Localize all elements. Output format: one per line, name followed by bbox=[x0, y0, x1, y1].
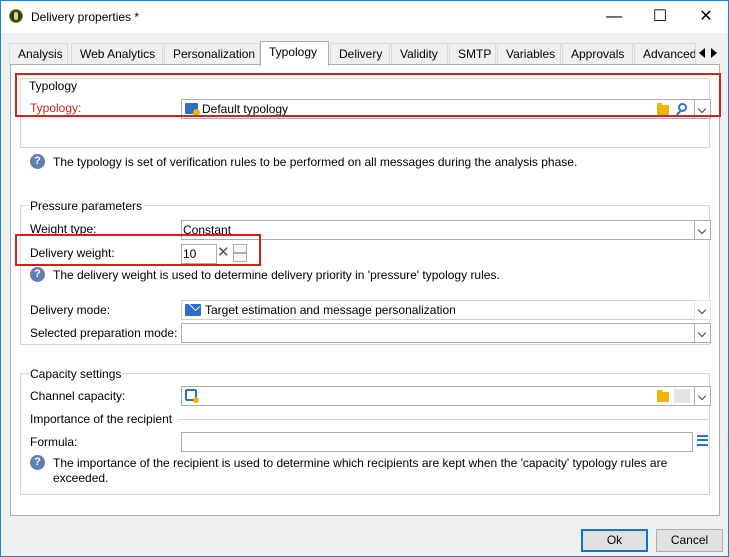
typology-field[interactable]: Default typology bbox=[181, 99, 711, 119]
tab-personalization[interactable]: Personalization bbox=[164, 43, 260, 64]
weight-help-text: The delivery weight is used to determine… bbox=[53, 268, 500, 282]
tab-strip: Analysis Web Analytics Personalization T… bbox=[9, 41, 721, 66]
tab-validity[interactable]: Validity bbox=[391, 43, 448, 64]
typology-tab-panel: Typology Typology: Default typology ? Th… bbox=[10, 64, 721, 516]
maximize-button[interactable]: ☐ bbox=[637, 1, 683, 32]
tab-smtp[interactable]: SMTP bbox=[449, 43, 496, 64]
typology-folder-user-icon bbox=[185, 103, 200, 116]
close-button[interactable]: ✕ bbox=[683, 1, 729, 32]
delivery-mode-value: Target estimation and message personaliz… bbox=[205, 303, 456, 317]
prep-mode-select[interactable] bbox=[181, 323, 711, 343]
delivery-weight-value: 10 bbox=[183, 247, 197, 261]
app-icon bbox=[9, 9, 23, 23]
delivery-mode-envelope-icon bbox=[185, 304, 201, 316]
typology-help-text: The typology is set of verification rule… bbox=[53, 155, 578, 169]
formula-input[interactable] bbox=[181, 432, 693, 452]
tab-approvals[interactable]: Approvals bbox=[562, 43, 633, 64]
delivery-properties-window: Delivery properties * — ☐ ✕ Analysis Web… bbox=[0, 0, 729, 557]
cancel-button[interactable]: Cancel bbox=[656, 529, 723, 552]
importance-help-icon: ? bbox=[30, 455, 45, 470]
dialog-client-area: Analysis Web Analytics Personalization T… bbox=[1, 33, 728, 556]
weight-type-label: Weight type: bbox=[30, 222, 97, 236]
prep-mode-label: Selected preparation mode: bbox=[30, 326, 178, 340]
minimize-button[interactable]: — bbox=[591, 1, 637, 32]
tab-scroll-right-icon[interactable] bbox=[711, 48, 717, 58]
tab-scroll-left-icon[interactable] bbox=[699, 48, 705, 58]
tab-variables[interactable]: Variables bbox=[497, 43, 561, 64]
tab-analysis[interactable]: Analysis bbox=[9, 43, 68, 64]
channel-capacity-field[interactable] bbox=[181, 386, 711, 406]
tab-typology[interactable]: Typology bbox=[260, 41, 329, 66]
typology-value: Default typology bbox=[202, 102, 289, 116]
channel-capacity-folder-icon[interactable] bbox=[657, 390, 669, 402]
formula-editor-icon[interactable] bbox=[697, 435, 708, 446]
window-title: Delivery properties * bbox=[31, 10, 140, 24]
importance-help-text-line1: The importance of the recipient is used … bbox=[53, 456, 668, 470]
typology-group-title: Typology bbox=[29, 79, 78, 93]
tab-advanced[interactable]: Advanced bbox=[634, 43, 696, 64]
delivery-weight-input[interactable]: 10 bbox=[181, 244, 217, 264]
channel-capacity-dropdown-icon[interactable] bbox=[694, 386, 711, 406]
weight-spin-down-button[interactable] bbox=[233, 253, 247, 262]
search-icon[interactable] bbox=[676, 103, 687, 116]
importance-separator bbox=[178, 419, 710, 420]
clear-weight-icon[interactable]: ✕ bbox=[217, 244, 230, 262]
ok-button[interactable]: Ok bbox=[581, 529, 648, 552]
weight-spin-up-button[interactable] bbox=[233, 244, 247, 253]
weight-type-dropdown-icon[interactable] bbox=[694, 220, 711, 240]
weight-help-icon: ? bbox=[30, 267, 45, 282]
channel-capacity-edit-icon[interactable] bbox=[674, 389, 690, 403]
weight-type-value: Constant bbox=[183, 223, 232, 237]
channel-capacity-calendar-icon bbox=[185, 389, 199, 403]
importance-help-text-line2: exceeded. bbox=[53, 471, 109, 485]
formula-label: Formula: bbox=[30, 435, 78, 449]
delivery-weight-label: Delivery weight: bbox=[30, 246, 115, 260]
typology-label: Typology: bbox=[30, 101, 82, 115]
title-bar[interactable]: Delivery properties * — ☐ ✕ bbox=[1, 1, 728, 33]
select-folder-icon[interactable] bbox=[657, 103, 669, 115]
capacity-group-title: Capacity settings bbox=[29, 367, 123, 381]
channel-capacity-label: Channel capacity: bbox=[30, 389, 126, 403]
tab-delivery[interactable]: Delivery bbox=[330, 43, 390, 64]
delivery-mode-label: Delivery mode: bbox=[30, 303, 111, 317]
typology-dropdown-icon[interactable] bbox=[694, 99, 711, 119]
delivery-mode-select[interactable]: Target estimation and message personaliz… bbox=[181, 300, 711, 320]
weight-type-select[interactable]: Constant bbox=[181, 220, 711, 240]
typology-help-icon: ? bbox=[30, 154, 45, 169]
tab-web-analytics[interactable]: Web Analytics bbox=[71, 43, 163, 64]
importance-title: Importance of the recipient bbox=[30, 412, 173, 426]
pressure-group-title: Pressure parameters bbox=[29, 199, 144, 213]
delivery-mode-dropdown-icon[interactable] bbox=[694, 300, 711, 320]
prep-mode-dropdown-icon[interactable] bbox=[694, 323, 711, 343]
